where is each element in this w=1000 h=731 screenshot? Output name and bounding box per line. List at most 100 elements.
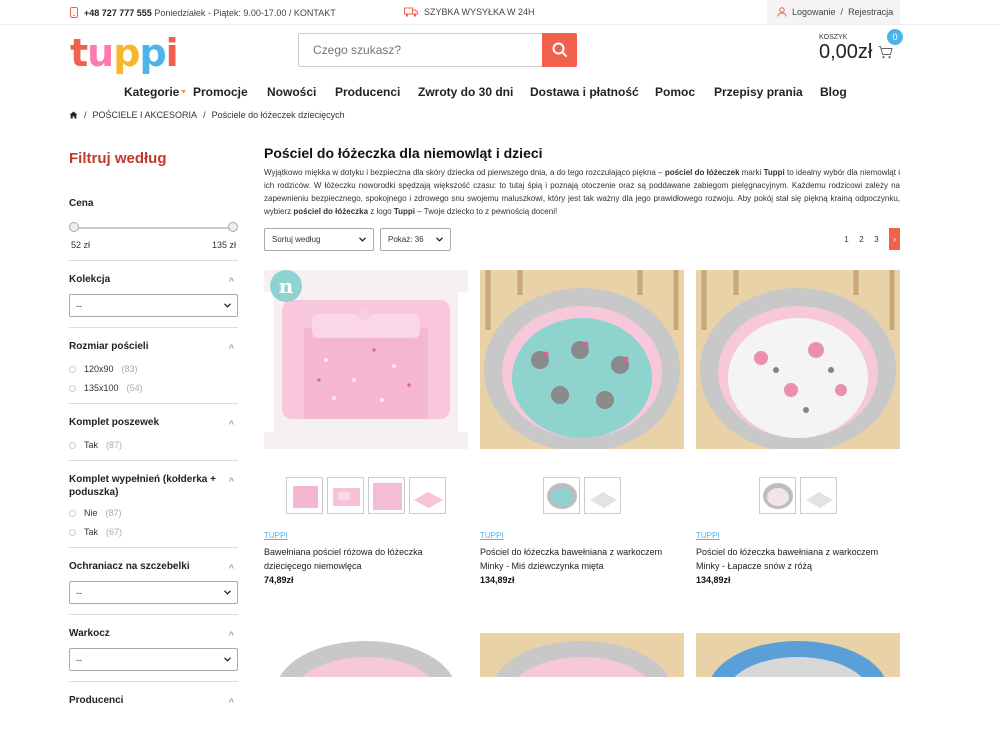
radio[interactable] bbox=[69, 365, 76, 373]
select-value: -- bbox=[76, 300, 82, 311]
product-thumbnail[interactable] bbox=[584, 477, 621, 514]
slider-track bbox=[73, 227, 234, 229]
page-link[interactable]: 2 bbox=[854, 235, 869, 244]
product-thumbnail[interactable] bbox=[800, 477, 837, 514]
filter-producenci: Producenci ^ bbox=[69, 694, 238, 719]
chevron-up-icon[interactable]: ^ bbox=[229, 475, 234, 488]
filter-option[interactable]: Tak (67) bbox=[69, 527, 238, 537]
cart-icon[interactable] bbox=[878, 46, 893, 59]
chevron-up-icon[interactable]: ^ bbox=[229, 696, 234, 709]
filter-option[interactable]: 135x100 (54) bbox=[69, 383, 238, 393]
account-separator: / bbox=[840, 7, 844, 17]
nav-dostawa[interactable]: Dostawa i płatność bbox=[530, 85, 639, 99]
product-image[interactable] bbox=[264, 633, 468, 677]
warkocz-select[interactable]: -- bbox=[69, 648, 238, 671]
per-page-select[interactable]: Pokaż: 36 bbox=[380, 228, 451, 251]
radio[interactable] bbox=[69, 441, 76, 449]
radio[interactable] bbox=[69, 509, 76, 517]
nav-przepisy[interactable]: Przepisy prania bbox=[714, 85, 803, 99]
product-thumbnail[interactable] bbox=[759, 477, 796, 514]
phone-icon bbox=[70, 7, 78, 18]
breadcrumb-separator: / bbox=[84, 110, 87, 120]
slider-min-handle[interactable] bbox=[69, 222, 79, 232]
nav-blog[interactable]: Blog bbox=[820, 85, 847, 99]
product-image[interactable]: n bbox=[264, 270, 468, 449]
contact-info[interactable]: +48 727 777 555 Poniedziałek - Piątek: 9… bbox=[70, 7, 336, 18]
nav-nowosci[interactable]: Nowości bbox=[267, 85, 316, 99]
nav-promocje[interactable]: Promocje bbox=[193, 85, 248, 99]
chevron-up-icon[interactable]: ^ bbox=[229, 275, 234, 288]
search-button[interactable] bbox=[542, 33, 577, 67]
next-page-button[interactable]: › bbox=[889, 228, 900, 250]
product-thumbnail[interactable] bbox=[327, 477, 364, 514]
chevron-down-icon bbox=[359, 237, 366, 242]
chevron-up-icon[interactable]: ^ bbox=[229, 342, 234, 355]
filter-sidebar: Filtruj według Cena 52 zł 135 zł Kolekcj… bbox=[69, 150, 238, 731]
chevron-up-icon[interactable]: ^ bbox=[229, 629, 234, 642]
register-link[interactable]: Rejestracja bbox=[848, 7, 893, 17]
nav-pomoc[interactable]: Pomoc bbox=[655, 85, 695, 99]
truck-icon bbox=[404, 7, 418, 17]
breadcrumb-current: Pościele do łóżeczek dziecięcych bbox=[211, 110, 345, 120]
product-thumbnail[interactable] bbox=[286, 477, 323, 514]
filter-option[interactable]: Nie (87) bbox=[69, 508, 238, 518]
breadcrumb-category[interactable]: POŚCIELE I AKCESORIA bbox=[93, 110, 198, 120]
login-link[interactable]: Logowanie bbox=[792, 7, 836, 17]
product-name[interactable]: Pościel do łóżeczka bawełniana z warkocz… bbox=[480, 545, 684, 573]
cart-total: 0,00zł bbox=[819, 41, 873, 63]
page-title: Pościel do łóżeczka dla niemowląt i dzie… bbox=[264, 145, 543, 161]
home-icon[interactable] bbox=[69, 111, 78, 119]
product-brand[interactable]: TUPPI bbox=[480, 531, 504, 540]
nav-producenci[interactable]: Producenci bbox=[335, 85, 400, 99]
product-card[interactable]: n TUPPI Bawełniana pościel różowa do łóż… bbox=[264, 270, 468, 585]
product-brand[interactable]: TUPPI bbox=[264, 531, 288, 540]
search-icon bbox=[552, 42, 567, 58]
product-price: 74,89zł bbox=[264, 575, 294, 585]
price-slider[interactable] bbox=[69, 218, 238, 238]
phone-number[interactable]: +48 727 777 555 bbox=[84, 8, 152, 18]
product-brand[interactable]: TUPPI bbox=[696, 531, 720, 540]
filter-ochraniacz: Ochraniacz na szczebelki ^ -- bbox=[69, 560, 238, 615]
chevron-down-icon bbox=[436, 237, 443, 242]
product-thumbnail[interactable] bbox=[409, 477, 446, 514]
product-name[interactable]: Pościel do łóżeczka bawełniana z warkocz… bbox=[696, 545, 900, 573]
page-link[interactable]: 3 bbox=[869, 235, 884, 244]
option-count: (83) bbox=[121, 364, 138, 374]
ochraniacz-select[interactable]: -- bbox=[69, 581, 238, 604]
radio[interactable] bbox=[69, 528, 76, 536]
filter-kolekcja: Kolekcja ^ -- bbox=[69, 273, 238, 328]
search-input[interactable] bbox=[299, 34, 539, 66]
page-link[interactable]: 1 bbox=[839, 235, 854, 244]
cart[interactable]: KOSZYK 0,00zł bbox=[819, 34, 872, 64]
product-image[interactable] bbox=[480, 633, 684, 677]
chevron-up-icon[interactable]: ^ bbox=[229, 562, 234, 575]
filter-label: Komplet wypełnień (kołderka + poduszka) bbox=[69, 474, 216, 498]
product-card[interactable]: TUPPI Pościel do łóżeczka bawełniana z w… bbox=[480, 270, 684, 585]
option-label: 135x100 bbox=[84, 383, 119, 393]
sort-select[interactable]: Sortuj według bbox=[264, 228, 374, 251]
product-name[interactable]: Bawełniana pościel różowa do łóżeczka dz… bbox=[264, 545, 468, 573]
product-thumbnail[interactable] bbox=[368, 477, 405, 514]
cart-count-badge: 0 bbox=[887, 29, 903, 45]
slider-max-handle[interactable] bbox=[228, 222, 238, 232]
product-thumbnail[interactable] bbox=[543, 477, 580, 514]
product-image[interactable] bbox=[696, 270, 900, 449]
logo[interactable]: tuppi bbox=[70, 33, 179, 73]
nav-zwroty[interactable]: Zwroty do 30 dni bbox=[418, 85, 513, 99]
pagination: 1 2 3 › bbox=[839, 228, 900, 250]
product-price: 134,89zł bbox=[480, 575, 515, 585]
product-image[interactable] bbox=[480, 270, 684, 449]
filter-option[interactable]: 120x90 (83) bbox=[69, 364, 238, 374]
chevron-down-icon bbox=[181, 90, 187, 95]
chevron-down-icon bbox=[224, 657, 231, 662]
shipping-text: SZYBKA WYSYŁKA W 24H bbox=[424, 7, 535, 17]
radio[interactable] bbox=[69, 384, 76, 392]
product-thumbnails bbox=[264, 477, 468, 514]
nav-kategorie[interactable]: Kategorie bbox=[124, 85, 187, 99]
product-image[interactable] bbox=[696, 633, 900, 677]
kolekcja-select[interactable]: -- bbox=[69, 294, 238, 317]
product-card[interactable]: TUPPI Pościel do łóżeczka bawełniana z w… bbox=[696, 270, 900, 585]
filter-option[interactable]: Tak (87) bbox=[69, 440, 238, 450]
filter-wypelnien: Komplet wypełnień (kołderka + poduszka) ^… bbox=[69, 473, 238, 548]
chevron-up-icon[interactable]: ^ bbox=[229, 418, 234, 431]
